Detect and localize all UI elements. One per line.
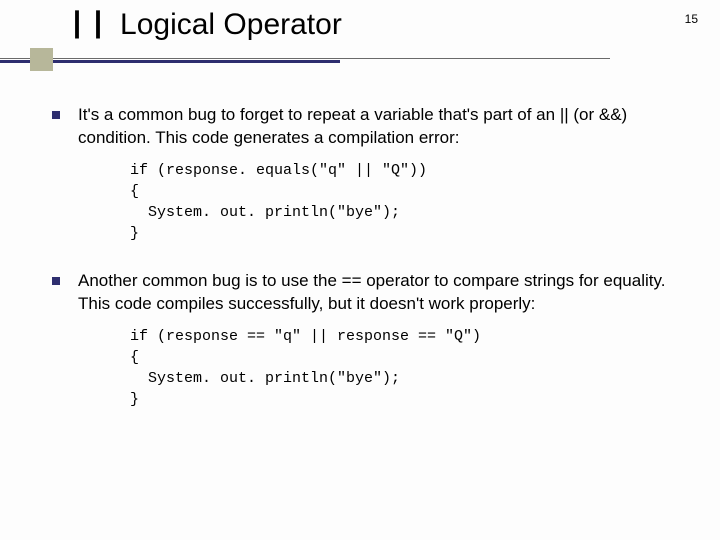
title-underline-thin — [0, 58, 610, 59]
code-block: if (response. equals("q" || "Q")) { Syst… — [130, 160, 680, 244]
slide-content: It's a common bug to forget to repeat a … — [0, 76, 720, 410]
bullet-marker-icon — [52, 277, 60, 285]
title-operator-symbol: || — [68, 8, 110, 42]
title-text: Logical Operator — [120, 8, 342, 42]
bullet-text: Another common bug is to use the == oper… — [78, 270, 680, 316]
bullet-marker-icon — [52, 111, 60, 119]
code-block: if (response == "q" || response == "Q") … — [130, 326, 680, 410]
bullet-item: Another common bug is to use the == oper… — [52, 270, 680, 316]
title-accent-box — [30, 48, 53, 71]
bullet-item: It's a common bug to forget to repeat a … — [52, 104, 680, 150]
slide-title: || Logical Operator — [0, 8, 720, 42]
bullet-text: It's a common bug to forget to repeat a … — [78, 104, 680, 150]
slide-header: || Logical Operator — [0, 0, 720, 76]
